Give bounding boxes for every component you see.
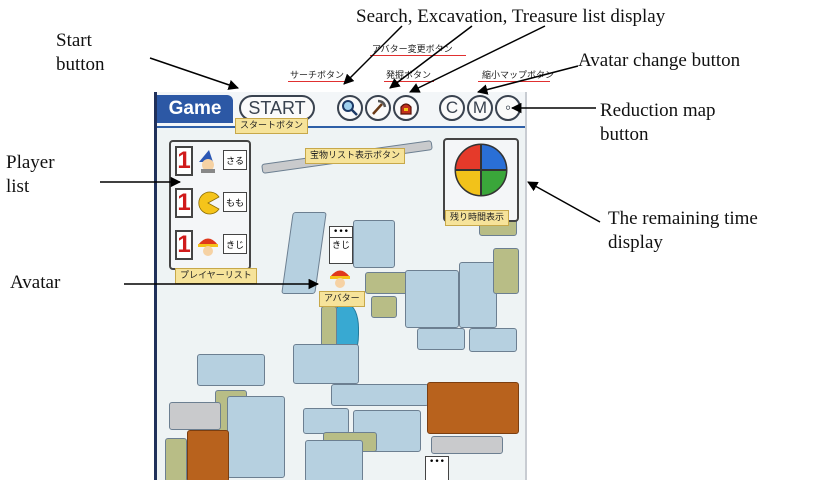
player-rank: 1 <box>175 188 193 218</box>
bubble-name: きじ <box>330 237 352 251</box>
callout-underline-avatar-change <box>370 55 466 56</box>
player-row: 1 さる <box>175 146 247 176</box>
annotation-start-button-line2: button <box>56 54 105 75</box>
player-row: 1 もも <box>175 188 247 218</box>
map-green-area <box>165 438 187 480</box>
map-building <box>331 384 429 406</box>
map-building <box>459 262 497 328</box>
map-orange-building <box>187 430 229 480</box>
map-building <box>197 354 265 386</box>
bubble-dots: ••• <box>429 457 445 467</box>
helmet-icon <box>198 238 218 256</box>
player-name: きじ <box>223 234 247 254</box>
annotation-avatar: Avatar <box>10 272 61 293</box>
map-building <box>169 402 221 430</box>
annotation-reduction-map-line1: Reduction map <box>600 100 716 121</box>
map-building <box>293 344 359 384</box>
map-speech-bubble: ••• <box>425 456 449 480</box>
callout-underline-excavation <box>384 81 434 82</box>
map-orange-building <box>427 382 519 434</box>
treasure-list-button[interactable] <box>393 95 419 121</box>
jp-label-avatar-change: アバター変更ボタン <box>372 45 453 55</box>
pickaxe-icon <box>372 99 387 115</box>
excavation-button[interactable] <box>365 95 391 121</box>
player-rank: 1 <box>175 146 193 176</box>
jp-label-excavation: 発掘ボタン <box>386 71 432 81</box>
map-green-area <box>493 248 519 294</box>
pacman-icon <box>198 191 220 215</box>
callout-underline-minimap <box>478 81 550 82</box>
map-building <box>469 328 517 352</box>
start-button-tag: スタートボタン <box>235 118 309 134</box>
map-building <box>303 408 349 434</box>
annotation-search-excavation: Search, Excavation, Treasure list displa… <box>356 6 666 27</box>
wizard-icon <box>199 150 215 173</box>
annotation-avatar-change: Avatar change button <box>578 50 741 71</box>
avatar-icon[interactable] <box>327 264 353 290</box>
map-building <box>405 270 459 328</box>
player-row: 1 きじ <box>175 230 247 260</box>
jp-label-minimap: 縮小マップボタン <box>482 71 555 81</box>
map-green-area <box>371 296 397 318</box>
remaining-time-pie <box>454 143 508 197</box>
map-building <box>431 436 503 454</box>
avatar-tag: アバター <box>319 291 365 307</box>
player-name: さる <box>223 150 247 170</box>
treasure-bag-icon <box>400 103 412 115</box>
avatar-change-button[interactable]: C <box>439 95 465 121</box>
annotation-player-list-line1: Player <box>6 152 55 173</box>
annotation-start-button-line1: Start <box>56 30 92 51</box>
map-building <box>417 328 465 350</box>
jp-label-search: サーチボタン <box>290 71 345 81</box>
game-tab[interactable]: Game <box>157 95 233 123</box>
avatar-speech-bubble: ••• きじ <box>329 226 353 264</box>
player-rank: 1 <box>175 230 193 260</box>
map-green-area <box>321 306 337 348</box>
annotation-remaining-time-line1: The remaining time <box>608 208 758 229</box>
player-list-tag: プレイヤーリスト <box>175 268 257 284</box>
player-list-panel: 1 さる 1 もも 1 きじ <box>169 140 251 270</box>
annotation-remaining-time-line2: display <box>608 232 663 253</box>
annotation-reduction-map-line2: button <box>600 124 649 145</box>
search-icon <box>342 100 358 116</box>
game-screen: Game START C M ◦ スタートボタン 宝物リスト表示ボタン 1 さる… <box>154 92 527 480</box>
remaining-time-tag: 残り時間表示 <box>445 210 510 226</box>
search-button[interactable] <box>337 95 363 121</box>
callout-underline-search <box>288 81 350 82</box>
extra-button[interactable]: ◦ <box>495 95 521 121</box>
map-building <box>305 440 363 480</box>
reduction-map-button[interactable]: M <box>467 95 493 121</box>
map-building <box>353 220 395 268</box>
top-bar: Game START C M ◦ <box>157 92 525 128</box>
player-name: もも <box>223 192 247 212</box>
map-building <box>281 212 327 294</box>
annotation-player-list-line2: list <box>6 176 30 197</box>
map-building <box>227 396 285 478</box>
treasure-list-tag: 宝物リスト表示ボタン <box>305 148 406 164</box>
bubble-dots: ••• <box>333 227 349 237</box>
